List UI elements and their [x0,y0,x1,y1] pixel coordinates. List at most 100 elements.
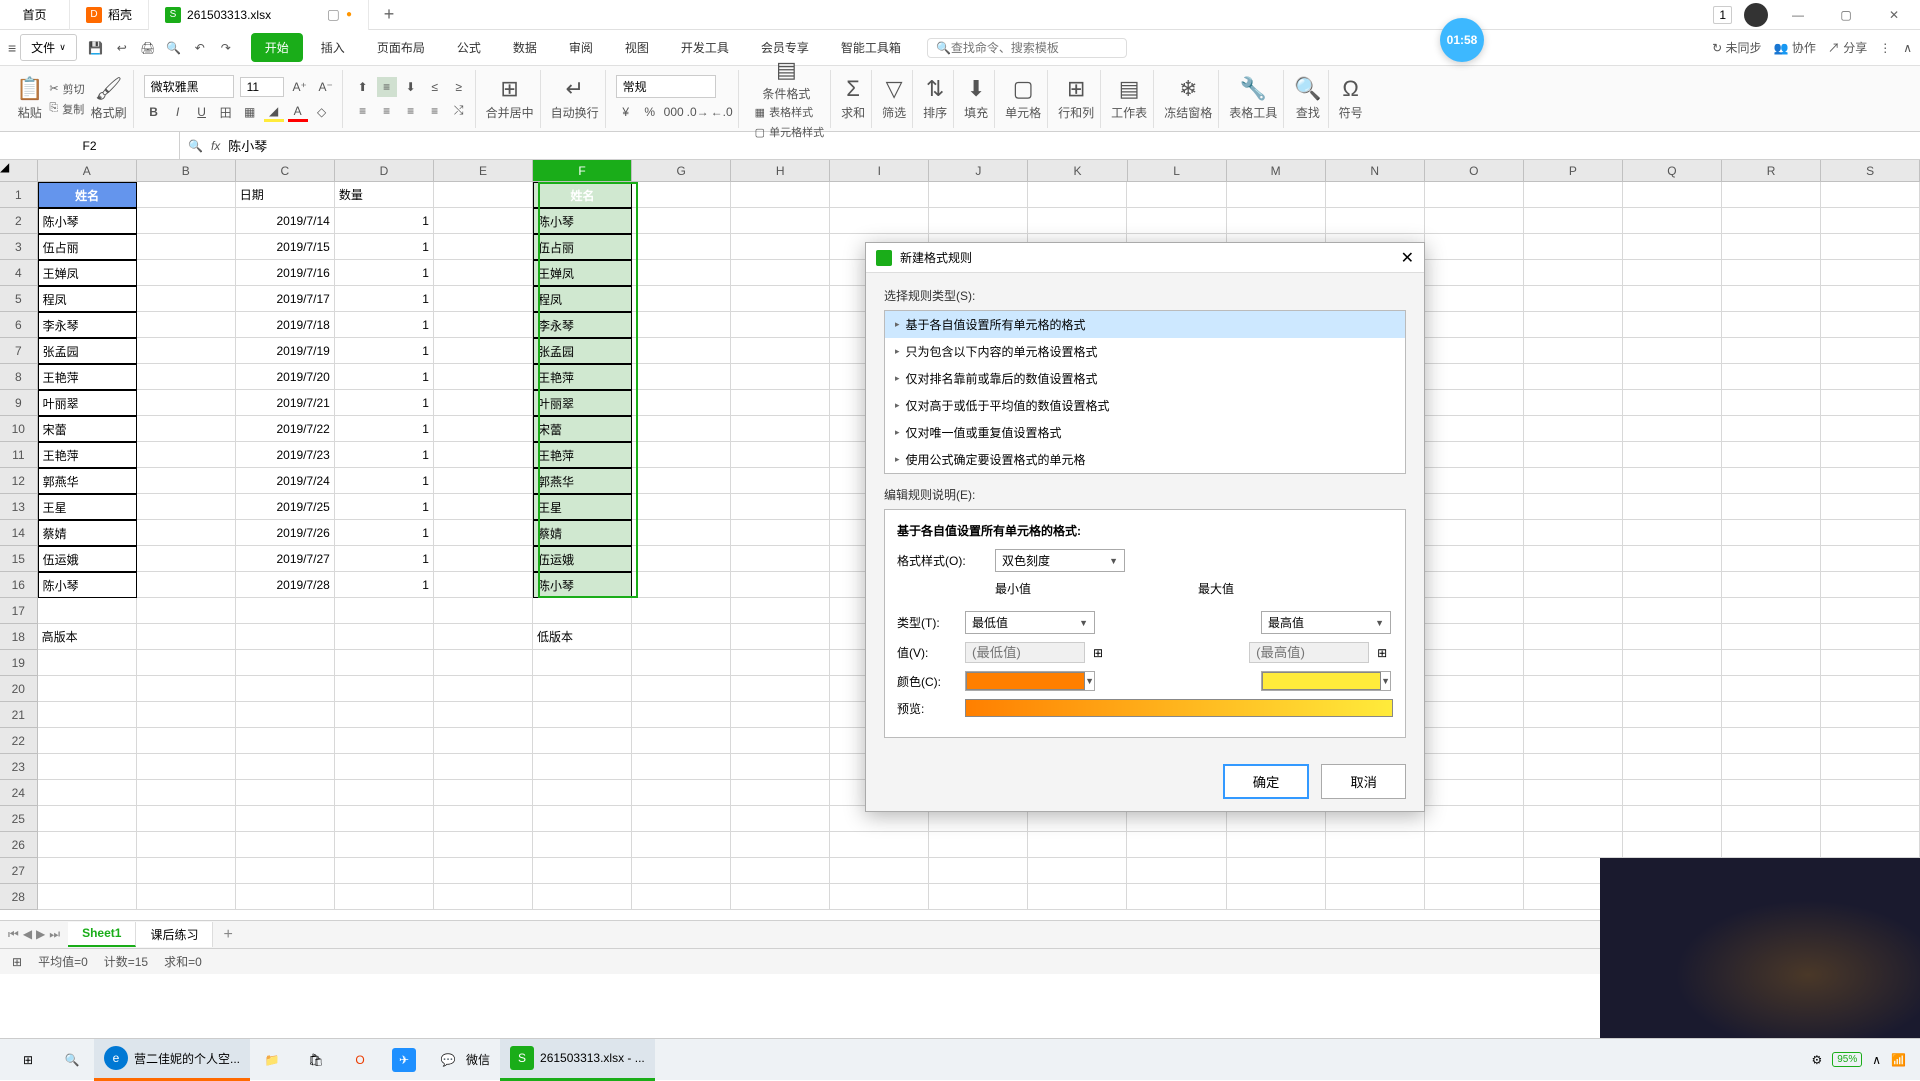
cell[interactable]: 陈小琴 [533,208,632,234]
tab-dev[interactable]: 开发工具 [667,33,743,62]
cell[interactable] [1326,832,1425,858]
cell[interactable] [38,728,137,754]
cell[interactable] [1425,520,1524,546]
cell[interactable] [236,728,335,754]
cell[interactable] [1028,832,1127,858]
cell[interactable] [1722,546,1821,572]
currency-icon[interactable]: ¥ [616,102,636,122]
cell[interactable] [1821,624,1920,650]
cell[interactable] [236,650,335,676]
cell[interactable] [731,234,830,260]
row-header[interactable]: 16 [0,572,38,598]
cell[interactable] [1028,858,1127,884]
cell[interactable] [830,182,929,208]
col-header-S[interactable]: S [1821,160,1920,181]
zoom-fx-icon[interactable]: 🔍 [188,139,203,153]
col-header-G[interactable]: G [632,160,731,181]
cell[interactable]: 2019/7/27 [236,546,335,572]
tab-restore-icon[interactable]: ▢ [327,6,340,23]
cell[interactable] [236,884,335,910]
rule-item-4[interactable]: ▸仅对高于或低于平均值的数值设置格式 [885,392,1405,419]
range-max-icon[interactable]: ⊞ [1377,646,1387,660]
cell[interactable] [731,598,830,624]
cell[interactable]: 王艳萍 [533,364,632,390]
cell[interactable] [632,754,731,780]
dec-decimal-icon[interactable]: ←.0 [712,102,732,122]
cell[interactable]: 2019/7/23 [236,442,335,468]
cell[interactable] [434,468,533,494]
cell[interactable] [929,182,1028,208]
tab-view[interactable]: 视图 [611,33,663,62]
cell[interactable] [335,598,434,624]
cell[interactable] [1326,858,1425,884]
explorer-task[interactable]: 📁 [250,1039,294,1081]
rule-type-list[interactable]: ▸基于各自值设置所有单元格的格式 ▸只为包含以下内容的单元格设置格式 ▸仅对排名… [884,310,1406,474]
cell[interactable] [1821,338,1920,364]
cell[interactable] [1623,260,1722,286]
cell[interactable] [236,780,335,806]
cell[interactable] [533,598,632,624]
cell[interactable] [1425,676,1524,702]
cell[interactable] [1227,208,1326,234]
cell[interactable] [1524,234,1623,260]
cell[interactable] [632,702,731,728]
row-header[interactable]: 8 [0,364,38,390]
cell[interactable] [1524,442,1623,468]
sync-status[interactable]: ↻ 未同步 [1712,39,1761,56]
cell[interactable]: 1 [335,234,434,260]
cell[interactable] [632,598,731,624]
cell[interactable] [335,676,434,702]
cell[interactable] [1524,676,1623,702]
more-icon[interactable]: ⋮ [1879,41,1891,55]
cell[interactable]: 2019/7/25 [236,494,335,520]
cell[interactable] [38,806,137,832]
cell[interactable] [632,624,731,650]
cell[interactable] [1524,338,1623,364]
col-header-H[interactable]: H [731,160,830,181]
cell-reference[interactable] [0,132,180,159]
print-icon[interactable]: 🖨 [139,41,157,55]
cell[interactable] [137,884,236,910]
rule-item-6[interactable]: ▸使用公式确定要设置格式的单元格 [885,446,1405,473]
cell[interactable] [1623,520,1722,546]
cell[interactable]: 王艳萍 [38,442,137,468]
tab-home[interactable]: 首页 [0,0,70,30]
cell[interactable] [1425,390,1524,416]
cell[interactable]: 郭燕华 [38,468,137,494]
cell[interactable] [731,754,830,780]
tab-formula[interactable]: 公式 [443,33,495,62]
row-header[interactable]: 12 [0,468,38,494]
cell[interactable] [38,754,137,780]
rule-item-1[interactable]: ▸基于各自值设置所有单元格的格式 [885,311,1405,338]
cell[interactable] [38,702,137,728]
cell[interactable] [731,832,830,858]
clear-format-button[interactable]: ◇ [312,102,332,122]
cell[interactable] [335,832,434,858]
indent-dec-icon[interactable]: ≤ [425,77,445,97]
cell[interactable]: 2019/7/14 [236,208,335,234]
align-justify-icon[interactable]: ≡ [425,101,445,121]
cell[interactable] [236,832,335,858]
cell[interactable] [1623,832,1722,858]
cell[interactable]: 1 [335,468,434,494]
cell[interactable] [434,572,533,598]
cell[interactable] [434,832,533,858]
cell[interactable] [236,676,335,702]
cell[interactable]: 2019/7/16 [236,260,335,286]
cell[interactable] [632,390,731,416]
cell[interactable] [137,832,236,858]
cell[interactable] [1821,468,1920,494]
cell[interactable]: 1 [335,286,434,312]
cell[interactable] [1524,546,1623,572]
cell[interactable] [731,494,830,520]
cell[interactable] [1127,208,1226,234]
cell[interactable] [632,468,731,494]
cell[interactable] [434,338,533,364]
underline-button[interactable]: U [192,102,212,122]
tab-smart[interactable]: 智能工具箱 [827,33,915,62]
align-center-icon[interactable]: ≡ [377,101,397,121]
style-select[interactable]: 双色刻度▼ [995,549,1125,572]
type-min-select[interactable]: 最低值▼ [965,611,1095,634]
cell[interactable] [1821,702,1920,728]
cell[interactable] [1524,754,1623,780]
